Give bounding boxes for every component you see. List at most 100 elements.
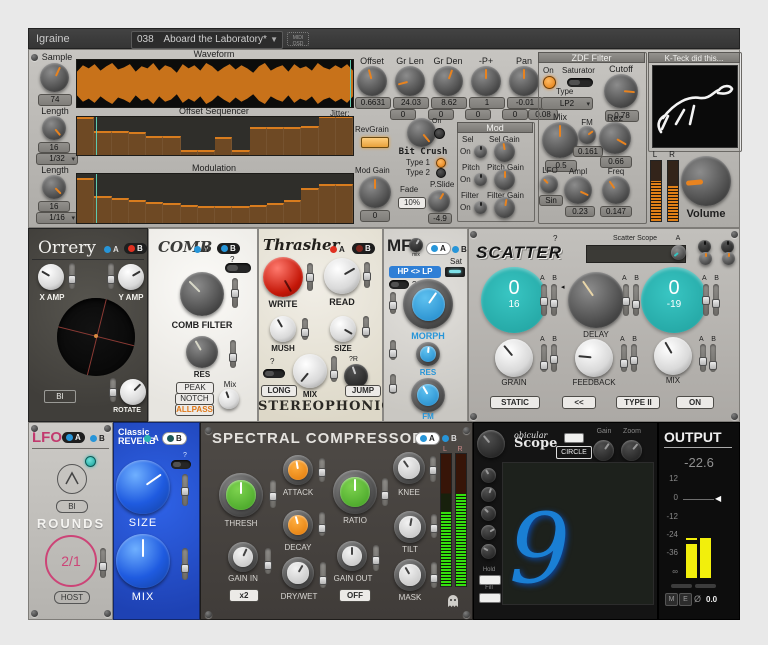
fade-button[interactable]: 10%: [398, 197, 426, 209]
sequencer-step[interactable]: [335, 183, 353, 223]
filter-on-knob[interactable]: [474, 201, 487, 214]
grlen-value[interactable]: 24.03: [393, 97, 429, 109]
zdf-type-dropdown[interactable]: LP2 ▾: [541, 97, 593, 110]
zero-marker-icon[interactable]: ◀: [715, 494, 721, 503]
sequencer-step[interactable]: [146, 135, 164, 155]
sequencer-step[interactable]: [232, 206, 250, 223]
reverb-size-knob[interactable]: [116, 460, 170, 514]
mfg-slider-2[interactable]: [389, 340, 397, 360]
attack-knob[interactable]: [283, 455, 313, 485]
feedback-slider-a[interactable]: [620, 344, 628, 372]
output-fader-left[interactable]: [671, 584, 692, 588]
sequencer-step[interactable]: [318, 183, 336, 223]
dry-wet-slider[interactable]: [319, 562, 327, 588]
mfg-res-knob[interactable]: [416, 342, 440, 366]
sequencer-step[interactable]: [111, 130, 129, 155]
feedback-slider-b[interactable]: [630, 344, 638, 372]
sequencer-step[interactable]: [266, 127, 284, 155]
type1-led[interactable]: [436, 158, 446, 168]
thresh-slider[interactable]: [269, 480, 277, 508]
knee-slider[interactable]: [429, 456, 437, 482]
jitter-grden[interactable]: 0: [465, 109, 491, 120]
sequencer-step[interactable]: [197, 206, 215, 223]
morph-knob[interactable]: [403, 279, 453, 329]
ampl-knob[interactable]: [564, 176, 592, 204]
scatter-on-button[interactable]: ON: [676, 396, 714, 409]
attack-slider[interactable]: [318, 458, 326, 482]
mask-slider[interactable]: [430, 562, 438, 588]
scatter-mix-slider-b[interactable]: [709, 344, 717, 372]
pitch-gain-knob[interactable]: [494, 169, 515, 190]
e-button[interactable]: E: [679, 593, 692, 606]
scatter-slider-3a[interactable]: [702, 284, 710, 316]
thrasher-mix-slider[interactable]: [330, 356, 338, 382]
comb-res-slider[interactable]: [229, 340, 237, 368]
ratio-slider[interactable]: [381, 478, 389, 506]
reverb-help[interactable]: ?: [183, 452, 187, 459]
zdf-fm-knob[interactable]: [578, 126, 596, 144]
sequencer-step[interactable]: [284, 127, 302, 155]
thrasher-long-toggle[interactable]: [263, 369, 285, 378]
sequencer-step[interactable]: [301, 187, 319, 223]
thrasher-a-button[interactable]: A: [330, 245, 345, 254]
mfg-logo-knob[interactable]: [409, 238, 423, 252]
grain-slider-a[interactable]: [540, 344, 548, 372]
write-knob[interactable]: [263, 257, 303, 297]
sequencer-step[interactable]: [146, 202, 164, 223]
freq-value[interactable]: 0.147: [600, 206, 632, 217]
scope-hold-button[interactable]: [479, 575, 501, 585]
sequencer-step[interactable]: [249, 127, 267, 155]
scatter-mix-knob[interactable]: [654, 337, 692, 375]
scatter-slider-2b[interactable]: [632, 284, 640, 316]
length1-division-dropdown[interactable]: 1/32 ▾: [36, 153, 78, 165]
comb-allpass-button[interactable]: ALLPASS: [175, 404, 214, 416]
lfo-ratio-dial[interactable]: 2/1: [45, 535, 97, 587]
comb-mode-toggle[interactable]: [225, 263, 251, 273]
waveform-display[interactable]: [76, 59, 354, 108]
sat-button[interactable]: [445, 267, 465, 277]
circle-button[interactable]: CIRCLE: [556, 446, 592, 459]
comb-res-knob[interactable]: [186, 336, 218, 368]
pitch-on-knob[interactable]: [474, 173, 487, 186]
decay-knob[interactable]: [283, 510, 313, 540]
x2-button[interactable]: x2: [229, 589, 259, 602]
sequencer-step[interactable]: [111, 198, 129, 223]
scope-side-knob-2[interactable]: [481, 487, 496, 502]
lfo-bi-button[interactable]: BI: [56, 500, 88, 513]
orrery-a-button[interactable]: A: [104, 245, 119, 254]
scope-side-knob-4[interactable]: [481, 525, 496, 540]
offset-knob[interactable]: [357, 66, 387, 96]
write-slider[interactable]: [306, 263, 314, 291]
rez-knob[interactable]: [599, 122, 631, 154]
pitch-knob[interactable]: [471, 66, 501, 96]
scope-top-button[interactable]: [564, 433, 584, 443]
length2-value[interactable]: 16: [38, 201, 70, 212]
preset-selector[interactable]: 038 Aboard the Laboratory* ▼: [131, 31, 283, 49]
thrasher-help[interactable]: ?: [270, 357, 274, 366]
size-slider[interactable]: [362, 316, 370, 338]
rotate-slider[interactable]: [109, 378, 117, 402]
comb-a-button[interactable]: A: [194, 245, 209, 254]
scatter-a-knob[interactable]: [671, 245, 686, 260]
lfo-slider[interactable]: [99, 548, 107, 578]
chevron-down-icon[interactable]: ▼: [270, 32, 278, 47]
reverb-mix-knob[interactable]: [116, 534, 170, 588]
scope-zoom-knob[interactable]: [621, 440, 642, 461]
x-amp-knob[interactable]: [38, 264, 64, 290]
scope-side-knob-1[interactable]: [481, 468, 496, 483]
pslide-knob[interactable]: [428, 190, 450, 212]
spectral-b-button[interactable]: B: [442, 434, 457, 443]
size-knob[interactable]: [330, 316, 356, 342]
reverb-mix-slider[interactable]: [181, 548, 189, 580]
length1-value[interactable]: 16: [38, 142, 70, 153]
sequencer-step[interactable]: [335, 117, 353, 155]
zdf-lfo-knob[interactable]: [540, 175, 558, 193]
sample-value[interactable]: 74: [38, 94, 72, 106]
thrasher-mix-knob[interactable]: [293, 354, 327, 388]
gain-out-knob[interactable]: [337, 541, 367, 571]
reverb-toggle[interactable]: [171, 460, 191, 469]
sequencer-step[interactable]: [163, 203, 181, 223]
sequencer-step[interactable]: [128, 200, 146, 223]
modulation-display[interactable]: [76, 173, 354, 224]
volume-knob[interactable]: [681, 156, 731, 206]
